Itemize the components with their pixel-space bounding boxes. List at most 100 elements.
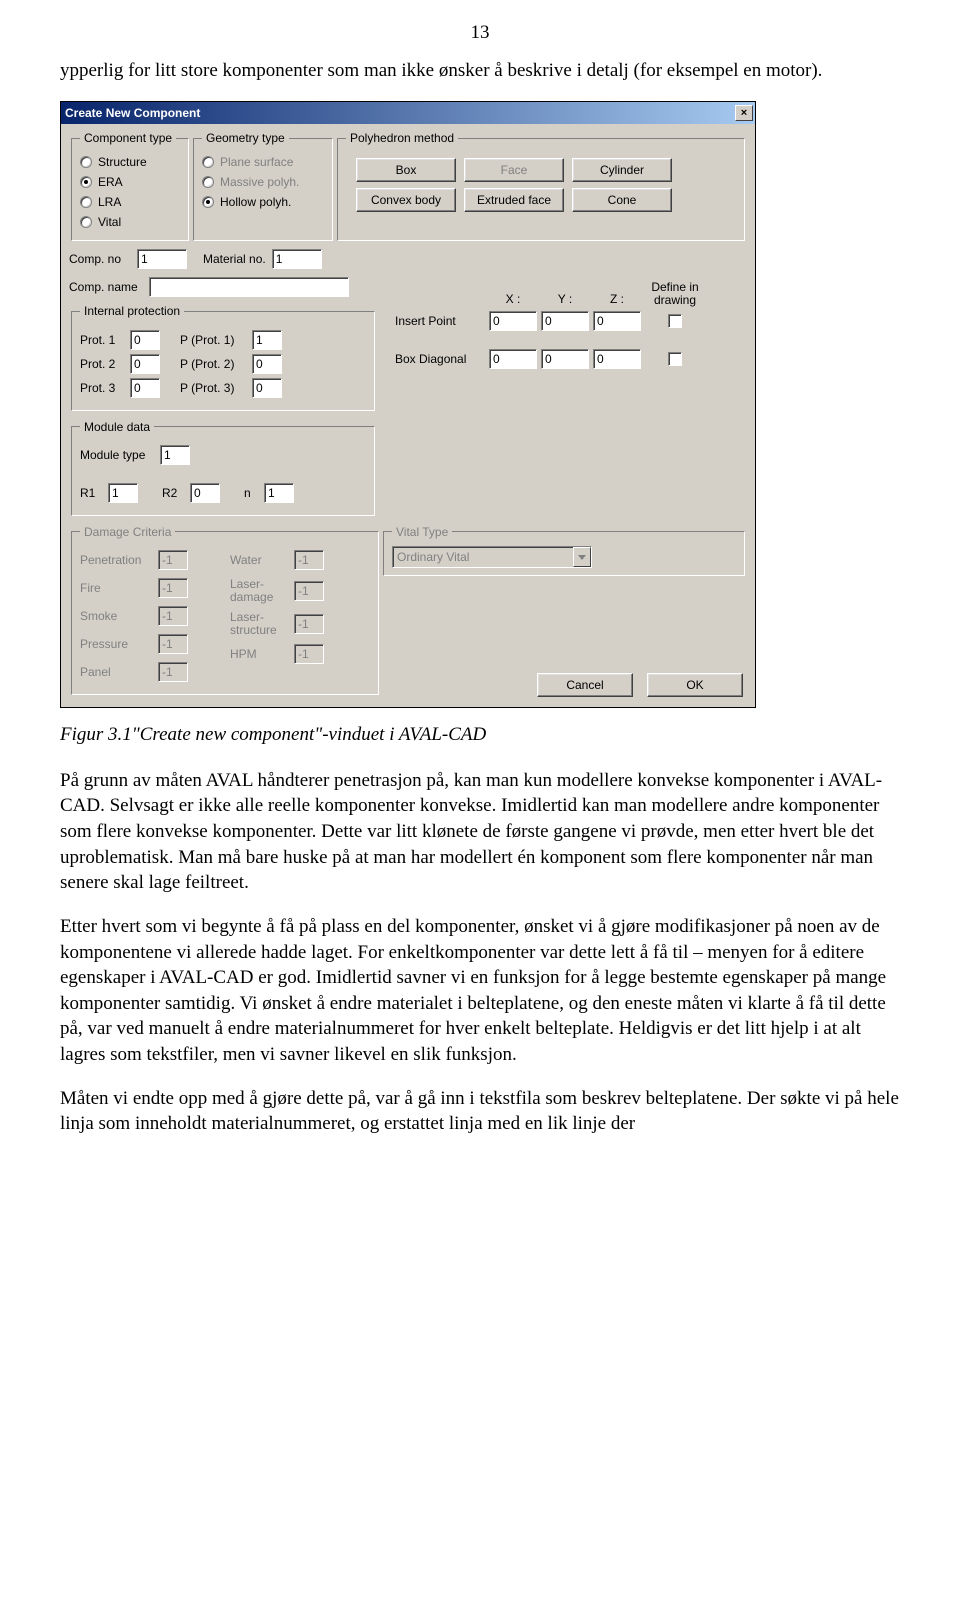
body-paragraph-1: På grunn av måten AVAL håndterer penetra… [60,768,900,896]
pprot3-label: P (Prot. 3) [180,380,246,396]
module-type-label: Module type [80,447,154,463]
dc-laser-structure-label: Laser- structure [230,611,288,636]
create-component-dialog: Create New Component × Component type St… [60,101,756,708]
poly-face-button: Face [464,158,564,182]
dc-water-input: -1 [294,550,324,570]
radio-icon [202,156,214,168]
dc-panel-input: -1 [158,662,188,682]
geometry-type-group: Geometry type Plane surface Massive poly… [193,130,333,241]
insert-z-input[interactable]: 0 [593,311,641,331]
radio-structure[interactable]: Structure [80,152,180,172]
module-data-group: Module data Module type 1 R1 1 R2 0 n 1 [71,419,375,516]
comp-name-label: Comp. name [69,279,143,295]
dc-panel-label: Panel [80,664,152,680]
vital-type-group: Vital Type Ordinary Vital [383,524,745,576]
internal-protection-legend: Internal protection [80,303,184,319]
radio-icon [80,176,92,188]
boxdiag-x-input[interactable]: 0 [489,349,537,369]
r1-label: R1 [80,485,102,501]
prot2-label: Prot. 2 [80,356,124,372]
define-in-drawing-label: Define in drawing [645,281,705,307]
material-no-label: Material no. [203,251,266,267]
pprot1-input[interactable]: 1 [252,330,282,350]
boxdiag-z-input[interactable]: 0 [593,349,641,369]
cancel-button[interactable]: Cancel [537,673,633,697]
prot3-input[interactable]: 0 [130,378,160,398]
dc-laser-damage-label: Laser- damage [230,578,288,603]
radio-lra[interactable]: LRA [80,192,180,212]
poly-box-button[interactable]: Box [356,158,456,182]
r2-input[interactable]: 0 [190,483,220,503]
radio-plane-surface: Plane surface [202,152,324,172]
r1-input[interactable]: 1 [108,483,138,503]
radio-era[interactable]: ERA [80,172,180,192]
prot1-input[interactable]: 0 [130,330,160,350]
insert-point-label: Insert Point [395,313,485,329]
radio-massive-polyh: Massive polyh. [202,172,324,192]
comp-name-input[interactable] [149,277,349,297]
chevron-down-icon [573,547,591,567]
component-type-group: Component type Structure ERA LRA Vital [71,130,189,241]
dc-smoke-label: Smoke [80,608,152,624]
dc-fire-input: -1 [158,578,188,598]
poly-method-legend: Polyhedron method [346,130,458,146]
insert-define-checkbox[interactable] [668,314,682,328]
figure-caption: Figur 3.1"Create new component"-vinduet … [60,722,900,748]
geometry-type-legend: Geometry type [202,130,289,146]
insert-x-input[interactable]: 0 [489,311,537,331]
dc-smoke-input: -1 [158,606,188,626]
dc-penetration-label: Penetration [80,552,152,568]
radio-icon [202,196,214,208]
n-label: n [244,485,258,501]
dc-pressure-input: -1 [158,634,188,654]
radio-icon [80,196,92,208]
dc-hpm-label: HPM [230,646,288,662]
dc-laser-damage-input: -1 [294,581,324,601]
radio-vital[interactable]: Vital [80,212,180,232]
box-diagonal-label: Box Diagonal [395,351,485,367]
y-label: Y : [541,291,589,307]
body-paragraph-3: Måten vi endte opp med å gjøre dette på,… [60,1086,900,1137]
prot1-label: Prot. 1 [80,332,124,348]
module-data-legend: Module data [80,419,154,435]
vital-type-value: Ordinary Vital [393,547,573,567]
dialog-titlebar[interactable]: Create New Component × [61,102,755,124]
dc-laser-structure-input: -1 [294,614,324,634]
dc-water-label: Water [230,552,288,568]
pprot2-input[interactable]: 0 [252,354,282,374]
n-input[interactable]: 1 [264,483,294,503]
dialog-title: Create New Component [65,105,200,121]
radio-icon [202,176,214,188]
damage-criteria-group: Damage Criteria Penetration -1 Fire -1 Smo… [71,524,379,695]
poly-convex-body-button[interactable]: Convex body [356,188,456,212]
dc-fire-label: Fire [80,580,152,596]
z-label: Z : [593,291,641,307]
pprot1-label: P (Prot. 1) [180,332,246,348]
comp-no-label: Comp. no [69,251,131,267]
prot3-label: Prot. 3 [80,380,124,396]
prot2-input[interactable]: 0 [130,354,160,374]
r2-label: R2 [162,485,184,501]
radio-icon [80,216,92,228]
module-type-input[interactable]: 1 [160,445,190,465]
damage-criteria-legend: Damage Criteria [80,524,175,540]
poly-cylinder-button[interactable]: Cylinder [572,158,672,182]
internal-protection-group: Internal protection Prot. 1 0 P (Prot. 1… [71,303,375,410]
comp-no-input[interactable]: 1 [137,249,187,269]
boxdiag-define-checkbox[interactable] [668,352,682,366]
body-paragraph-2: Etter hvert som vi begynte å få på plass… [60,914,900,1068]
pprot2-label: P (Prot. 2) [180,356,246,372]
boxdiag-y-input[interactable]: 0 [541,349,589,369]
insert-y-input[interactable]: 0 [541,311,589,331]
poly-method-group: Polyhedron method Box Face Cylinder Conv… [337,130,745,241]
component-type-legend: Component type [80,130,176,146]
poly-cone-button[interactable]: Cone [572,188,672,212]
dc-penetration-input: -1 [158,550,188,570]
pprot3-input[interactable]: 0 [252,378,282,398]
material-no-input[interactable]: 1 [272,249,322,269]
ok-button[interactable]: OK [647,673,743,697]
close-icon[interactable]: × [735,105,753,121]
x-label: X : [489,291,537,307]
poly-extruded-face-button[interactable]: Extruded face [464,188,564,212]
radio-hollow-polyh[interactable]: Hollow polyh. [202,192,324,212]
